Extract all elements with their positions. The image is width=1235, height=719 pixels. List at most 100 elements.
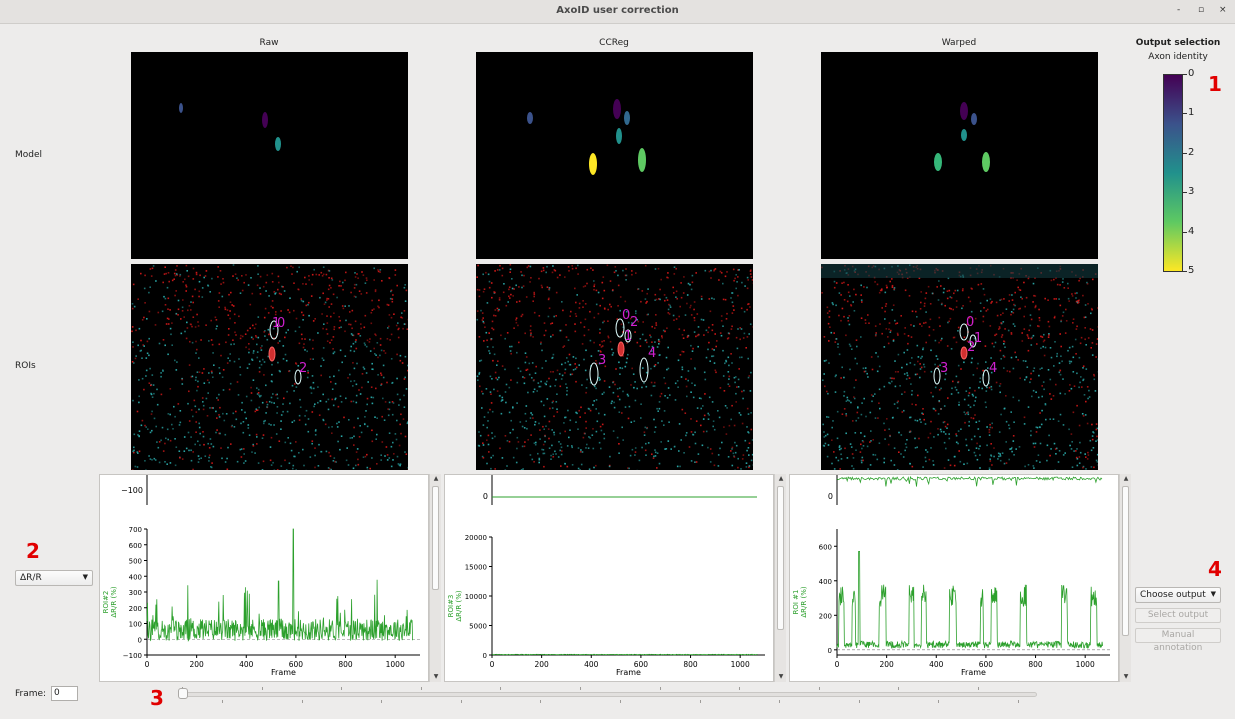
x-tick-label: 1000 bbox=[731, 660, 750, 669]
y-tick-label: −100 bbox=[123, 652, 142, 660]
x-tick-label: 200 bbox=[879, 660, 894, 669]
y-tick-label: 400 bbox=[129, 573, 142, 581]
y-axis-label: ROI #1 bbox=[792, 590, 800, 615]
model-image-ccreg bbox=[476, 52, 753, 259]
x-axis-label: Frame bbox=[616, 668, 641, 677]
roi-label: 0 bbox=[966, 315, 974, 330]
column-title-warped: Warped bbox=[941, 38, 977, 48]
x-tick-label: 800 bbox=[1028, 660, 1043, 669]
y-axis-label: ΔR/R (%) bbox=[800, 586, 808, 617]
frame-slider-handle[interactable] bbox=[178, 688, 188, 699]
y-tick-label: 600 bbox=[129, 542, 142, 550]
roi-image-raw: 0 1 2 bbox=[131, 264, 408, 470]
scroll-thumb[interactable] bbox=[432, 486, 439, 590]
y-tick-label: 100 bbox=[129, 621, 142, 629]
annotation-3: 3 bbox=[150, 686, 164, 710]
x-tick-label: 200 bbox=[534, 660, 549, 669]
chevron-down-icon: ▼ bbox=[82, 573, 88, 581]
annotation-2: 2 bbox=[26, 539, 40, 563]
x-tick-label: 200 bbox=[189, 660, 204, 669]
colorbar-tick-label: 3 bbox=[1188, 186, 1195, 197]
close-icon[interactable]: × bbox=[1219, 5, 1227, 15]
output-selection-title: Output selection bbox=[1135, 38, 1221, 48]
y-axis-label: ΔR/R (%) bbox=[110, 586, 118, 617]
column-title-ccreg: CCReg bbox=[599, 38, 629, 48]
top-tick-label: 0 bbox=[828, 492, 833, 501]
trace-plot-scrollbar[interactable]: ▲ ▼ bbox=[1119, 474, 1131, 682]
colorbar-ticks: 0 1 2 3 4 5 bbox=[1183, 68, 1203, 276]
y-axis-label: ROI#2 bbox=[102, 591, 110, 614]
axon-identity-label: Axon identity bbox=[1148, 52, 1208, 62]
frame-label: Frame: bbox=[15, 689, 47, 699]
y-tick-label: 500 bbox=[129, 558, 142, 566]
scroll-down-icon[interactable]: ▼ bbox=[1120, 672, 1132, 682]
scroll-thumb[interactable] bbox=[777, 486, 784, 630]
x-tick-label: 1000 bbox=[1076, 660, 1095, 669]
trace-plot-warped: 0 600 400 200 0 0 200 400 600 800 1000 Frame ROI #1 Δ… bbox=[789, 474, 1119, 682]
y-axis-label: ROI#3 bbox=[447, 595, 455, 618]
roi-label: 2 bbox=[299, 361, 307, 376]
select-output-button[interactable]: Select output bbox=[1135, 608, 1221, 623]
y-tick-label: 0 bbox=[828, 647, 832, 655]
top-tick-label: −100 bbox=[121, 486, 143, 495]
colorbar-tick-label: 2 bbox=[1188, 147, 1195, 158]
y-tick-label: 200 bbox=[819, 612, 832, 620]
title-bar: AxoID user correction - ▫ × bbox=[0, 0, 1235, 24]
signal-type-value: ΔR/R bbox=[20, 573, 42, 583]
y-tick-label: 400 bbox=[819, 578, 832, 586]
x-tick-label: 400 bbox=[929, 660, 944, 669]
model-image-raw bbox=[131, 52, 408, 259]
scroll-up-icon[interactable]: ▲ bbox=[1120, 474, 1132, 484]
roi-label: 2 bbox=[630, 315, 638, 330]
top-tick-label: 0 bbox=[483, 492, 488, 501]
roi-image-ccreg: 0 2 1 3 4 bbox=[476, 264, 753, 470]
x-tick-label: 400 bbox=[239, 660, 254, 669]
x-axis-label: Frame bbox=[961, 668, 986, 677]
minimize-icon[interactable]: - bbox=[1177, 5, 1180, 15]
x-tick-label: 0 bbox=[835, 660, 840, 669]
trace-plot-raw: −100 700 600 500 400 300 200 100 0 −100 0 200 400 600… bbox=[99, 474, 429, 682]
model-image-warped bbox=[821, 52, 1098, 259]
frame-slider[interactable] bbox=[179, 692, 1037, 697]
roi-label: 4 bbox=[989, 361, 997, 376]
x-tick-label: 0 bbox=[145, 660, 150, 669]
colorbar-tick-label: 0 bbox=[1188, 68, 1195, 79]
scroll-up-icon[interactable]: ▲ bbox=[430, 474, 442, 484]
column-title-raw: Raw bbox=[259, 38, 279, 48]
scroll-down-icon[interactable]: ▼ bbox=[430, 672, 442, 682]
scroll-thumb[interactable] bbox=[1122, 486, 1129, 636]
choose-output-value: Choose output bbox=[1140, 590, 1206, 600]
x-axis-label: Frame bbox=[271, 668, 296, 677]
scroll-down-icon[interactable]: ▼ bbox=[775, 672, 787, 682]
y-tick-label: 200 bbox=[129, 605, 142, 613]
trace-plot-scrollbar[interactable]: ▲ ▼ bbox=[774, 474, 786, 682]
roi-label: 3 bbox=[598, 353, 606, 368]
x-tick-label: 1000 bbox=[386, 660, 405, 669]
annotation-4: 4 bbox=[1208, 557, 1222, 581]
colorbar-tick-label: 5 bbox=[1188, 265, 1195, 276]
signal-type-select[interactable]: ΔR/R ▼ bbox=[15, 570, 93, 586]
roi-label: 1 bbox=[624, 329, 632, 344]
maximize-icon[interactable]: ▫ bbox=[1198, 5, 1204, 15]
row-label-model: Model bbox=[15, 150, 43, 160]
colorbar-tick-label: 4 bbox=[1188, 226, 1195, 237]
y-tick-label: 5000 bbox=[469, 623, 487, 631]
roi-label: 2 bbox=[967, 340, 975, 355]
roi-label: 3 bbox=[940, 361, 948, 376]
window-title: AxoID user correction bbox=[556, 5, 679, 16]
x-tick-label: 800 bbox=[338, 660, 353, 669]
roi-image-warped: 0 1 2 3 4 bbox=[821, 264, 1098, 470]
x-tick-label: 400 bbox=[584, 660, 599, 669]
trace-plot-scrollbar[interactable]: ▲ ▼ bbox=[429, 474, 441, 682]
roi-label: 4 bbox=[648, 346, 656, 361]
trace-plot-ccreg: 0 20000 15000 10000 5000 0 0 200 400 600 800 1000 Fr… bbox=[444, 474, 774, 682]
choose-output-select[interactable]: Choose output ▼ bbox=[1135, 587, 1221, 603]
frame-input[interactable]: 0 bbox=[51, 686, 78, 701]
y-tick-label: 15000 bbox=[465, 564, 487, 572]
scroll-up-icon[interactable]: ▲ bbox=[775, 474, 787, 484]
roi-label: 1 bbox=[272, 316, 280, 331]
chevron-down-icon: ▼ bbox=[1210, 590, 1216, 598]
y-tick-label: 10000 bbox=[465, 593, 487, 601]
y-axis-label: ΔR/R (%) bbox=[455, 590, 463, 621]
manual-annotation-button[interactable]: Manual annotation bbox=[1135, 628, 1221, 653]
